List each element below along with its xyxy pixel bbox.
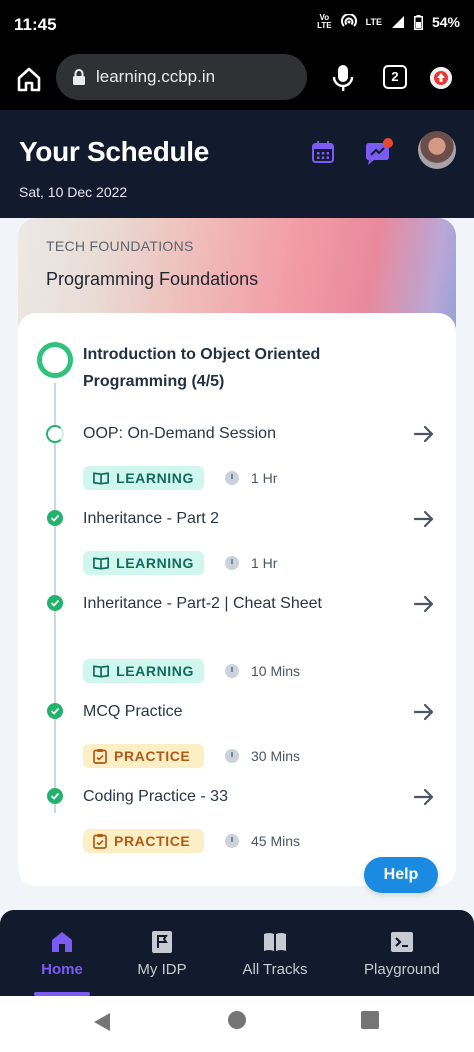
badge-label: LEARNING — [116, 555, 194, 571]
practice-badge: PRACTICE — [83, 829, 204, 853]
completed-check-icon — [47, 703, 63, 719]
nav-label: Playground — [364, 961, 440, 978]
duration-text: 1 Hr — [251, 555, 278, 571]
lte-indicator: LTE — [365, 16, 382, 27]
page-title: Your Schedule — [19, 136, 210, 167]
browser-home-icon[interactable] — [14, 64, 44, 94]
nav-label: Home — [41, 961, 83, 978]
completed-check-icon — [47, 595, 63, 611]
badge-label: LEARNING — [116, 663, 194, 679]
duration: 1 Hr — [225, 551, 277, 575]
arrow-right-icon[interactable] — [413, 509, 435, 529]
app-header: Your Schedule Sat, 10 Dec 2022 — [0, 110, 474, 218]
status-time: 11:45 — [14, 15, 57, 34]
schedule-item-title[interactable]: Coding Practice - 33 — [83, 783, 353, 810]
clipboard-icon — [93, 834, 107, 849]
module-title[interactable]: Introduction to Object Oriented Programm… — [83, 341, 363, 395]
calendar-icon[interactable] — [311, 140, 335, 164]
book-icon — [93, 472, 109, 485]
completed-check-icon — [47, 788, 63, 804]
terminal-icon — [391, 932, 413, 952]
badge-label: PRACTICE — [114, 833, 191, 849]
browser-toolbar: learning.ccbp.in 2 — [0, 52, 474, 110]
signal-icon — [391, 16, 404, 28]
nav-my-idp[interactable]: My IDP — [112, 910, 212, 996]
nav-label: All Tracks — [242, 961, 308, 978]
status-icons: Vo LTE LTE 54% — [317, 13, 460, 31]
help-button[interactable]: Help — [364, 857, 438, 893]
url-text: learning.ccbp.in — [96, 67, 216, 86]
book-icon — [264, 933, 286, 951]
update-icon[interactable] — [430, 67, 452, 89]
schedule-item-title[interactable]: OOP: On-Demand Session — [83, 420, 353, 447]
duration: 10 Mins — [225, 659, 300, 683]
module-panel: Introduction to Object Oriented Programm… — [18, 313, 456, 886]
schedule-date: Sat, 10 Dec 2022 — [19, 184, 128, 200]
completed-check-icon — [47, 510, 63, 526]
hotspot-icon — [340, 14, 357, 27]
module-progress-ring — [37, 342, 73, 378]
course-card: TECH FOUNDATIONS Programming Foundations… — [18, 218, 456, 886]
schedule-item-title[interactable]: MCQ Practice — [83, 698, 353, 725]
duration-text: 45 Mins — [251, 833, 301, 849]
course-name: Programming Foundations — [46, 269, 259, 289]
nav-home[interactable]: Home — [12, 910, 112, 996]
practice-badge: PRACTICE — [83, 744, 204, 768]
schedule-item-title[interactable]: Inheritance - Part-2 | Cheat Sheet — [83, 590, 323, 617]
course-category: TECH FOUNDATIONS — [46, 238, 194, 254]
badge-label: LEARNING — [116, 470, 194, 486]
nav-all-tracks[interactable]: All Tracks — [220, 910, 330, 996]
learning-badge: LEARNING — [83, 466, 204, 490]
clock-icon — [225, 664, 239, 678]
duration: 30 Mins — [225, 744, 300, 768]
lock-icon — [73, 69, 85, 85]
learning-badge: LEARNING — [83, 659, 204, 683]
volte-indicator: Vo LTE — [317, 13, 332, 30]
duration-text: 1 Hr — [251, 470, 278, 486]
tab-switcher-button[interactable]: 2 — [383, 65, 407, 89]
nav-playground[interactable]: Playground — [342, 910, 462, 996]
badge-label: PRACTICE — [114, 748, 191, 764]
duration-text: 30 Mins — [251, 748, 301, 764]
duration-text: 10 Mins — [251, 663, 301, 679]
clock-icon — [225, 471, 239, 485]
clipboard-icon — [93, 749, 107, 764]
flag-icon — [152, 931, 172, 953]
clock-icon — [225, 749, 239, 763]
battery-level: 54% — [431, 14, 460, 30]
clock-icon — [225, 556, 239, 570]
duration: 45 Mins — [225, 829, 300, 853]
mic-icon[interactable] — [330, 64, 356, 92]
nav-label: My IDP — [137, 961, 187, 978]
arrow-right-icon[interactable] — [413, 594, 435, 614]
arrow-right-icon[interactable] — [413, 424, 435, 444]
duration: 1 Hr — [225, 466, 277, 490]
profile-avatar[interactable] — [418, 131, 456, 169]
system-navigation-bar — [0, 996, 474, 1052]
status-bar: 11:45 Vo LTE LTE 54% — [0, 0, 474, 52]
book-icon — [93, 557, 109, 570]
battery-icon — [413, 14, 423, 30]
learning-badge: LEARNING — [83, 551, 204, 575]
book-icon — [93, 665, 109, 678]
feedback-chat-icon[interactable] — [364, 138, 394, 166]
back-icon[interactable] — [92, 1011, 112, 1033]
schedule-item-title[interactable]: Inheritance - Part 2 — [83, 505, 353, 532]
arrow-right-icon[interactable] — [413, 787, 435, 807]
home-icon — [52, 932, 72, 952]
in-progress-status-icon — [46, 425, 64, 443]
bottom-navigation: Home My IDP All Tracks Playground — [0, 910, 474, 996]
arrow-right-icon[interactable] — [413, 702, 435, 722]
clock-icon — [225, 834, 239, 848]
system-home-icon[interactable] — [228, 1011, 246, 1029]
recent-apps-icon[interactable] — [361, 1011, 379, 1029]
address-bar[interactable]: learning.ccbp.in — [56, 54, 307, 100]
